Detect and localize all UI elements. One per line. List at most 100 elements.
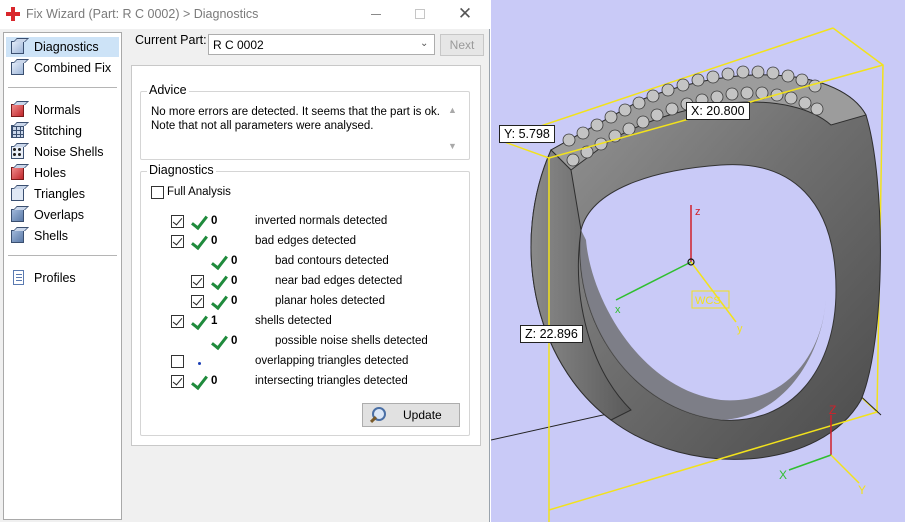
- maximize-icon: [415, 9, 425, 20]
- 3d-viewport[interactable]: z x y WCS Z X Y X: 20.800 Y: 5.798 Z: 22…: [491, 0, 905, 522]
- green-check-icon: [209, 333, 227, 351]
- sidebar-item-label: Profiles: [34, 271, 76, 285]
- inverted-normals-count: 0: [211, 215, 218, 227]
- shells-label: shells detected: [255, 315, 332, 327]
- corner-axis-y-label: Y: [858, 483, 866, 497]
- z-dimension-label: Z: 22.896: [520, 325, 583, 343]
- green-check-icon: [209, 293, 227, 311]
- intersecting-triangles-label: intersecting triangles detected: [255, 375, 408, 387]
- sidebar-item-label: Shells: [34, 229, 69, 243]
- maximize-button[interactable]: [398, 0, 442, 29]
- sidebar-divider: [8, 87, 117, 88]
- green-check-icon: [189, 233, 207, 251]
- advice-title: Advice: [147, 83, 189, 97]
- sidebar-item-label: Holes: [34, 166, 66, 180]
- green-check-icon: [189, 373, 207, 391]
- advice-group: Advice No more errors are detected. It s…: [140, 83, 470, 160]
- sidebar-item-label: Normals: [34, 103, 81, 117]
- axis-z-label: z: [695, 206, 701, 218]
- sidebar-item-label: Diagnostics: [34, 40, 99, 54]
- shells-icon: [10, 227, 28, 245]
- sidebar-item-overlaps[interactable]: Overlaps: [6, 205, 119, 225]
- bad-contours-label: bad contours detected: [275, 255, 389, 267]
- minimize-button[interactable]: [354, 0, 398, 29]
- y-dimension-label: Y: 5.798: [499, 125, 555, 143]
- shells-checkbox[interactable]: [171, 315, 184, 328]
- planar-holes-checkbox[interactable]: [191, 295, 204, 308]
- magnifier-icon: [369, 407, 386, 423]
- close-button[interactable]: ✕: [443, 0, 487, 29]
- x-dimension-label: X: 20.800: [686, 102, 750, 120]
- profiles-icon: [10, 269, 28, 287]
- next-button[interactable]: Next: [440, 34, 484, 56]
- near-bad-edges-count: 0: [231, 275, 238, 287]
- inverted-normals-label: inverted normals detected: [255, 215, 388, 227]
- title-bar: Fix Wizard (Part: R C 0002) > Diagnostic…: [0, 0, 490, 29]
- overlapping-triangles-label: overlapping triangles detected: [255, 355, 409, 367]
- combined-fix-icon: [10, 59, 28, 77]
- current-part-value: R C 0002: [213, 38, 264, 52]
- sidebar-item-shells[interactable]: Shells: [6, 226, 119, 246]
- wcs-label: WCS: [695, 295, 721, 307]
- stitching-icon: [10, 122, 28, 140]
- axis-x-label: x: [615, 304, 621, 316]
- update-button[interactable]: Update: [362, 403, 460, 427]
- sidebar-divider: [8, 255, 117, 256]
- diagnostics-title: Diagnostics: [147, 163, 216, 177]
- sidebar-item-label: Triangles: [34, 187, 85, 201]
- near-bad-edges-checkbox[interactable]: [191, 275, 204, 288]
- ring-scene: z x y WCS Z X Y: [491, 27, 884, 522]
- bad-edges-checkbox[interactable]: [171, 235, 184, 248]
- full-analysis-checkbox[interactable]: [151, 186, 164, 199]
- scroll-down-icon[interactable]: ▼: [448, 141, 457, 151]
- noise-shells-icon: [10, 143, 28, 161]
- current-part-label: Current Part:: [135, 33, 207, 47]
- diagnostics-icon: [10, 38, 28, 56]
- sidebar-item-diagnostics[interactable]: Diagnostics: [6, 37, 119, 57]
- green-check-icon: [209, 273, 227, 291]
- sidebar-item-label: Noise Shells: [34, 145, 104, 159]
- pending-dot-icon: [198, 362, 201, 365]
- bad-contours-count: 0: [231, 255, 238, 267]
- bad-edges-count: 0: [211, 235, 218, 247]
- axis-y-label: y: [737, 323, 743, 335]
- corner-axis-z-label: Z: [829, 403, 836, 417]
- triangles-icon: [10, 185, 28, 203]
- planar-holes-label: planar holes detected: [275, 295, 385, 307]
- shells-count: 1: [211, 315, 218, 327]
- noise-shells-count: 0: [231, 335, 238, 347]
- overlapping-triangles-checkbox[interactable]: [171, 355, 184, 368]
- app-cross-icon: [6, 7, 20, 21]
- chevron-down-icon: ⌄: [420, 38, 429, 49]
- advice-scrollbar[interactable]: ▲ ▼: [446, 105, 460, 151]
- green-check-icon: [189, 213, 207, 231]
- green-check-icon: [189, 313, 207, 331]
- intersecting-triangles-checkbox[interactable]: [171, 375, 184, 388]
- bad-edges-label: bad edges detected: [255, 235, 357, 247]
- sidebar-item-holes[interactable]: Holes: [6, 163, 119, 183]
- planar-holes-count: 0: [231, 295, 238, 307]
- current-part-select[interactable]: R C 0002 ⌄: [208, 34, 435, 55]
- sidebar-item-label: Overlaps: [34, 208, 85, 222]
- normals-icon: [10, 101, 28, 119]
- corner-axis-x-label: X: [779, 468, 787, 482]
- sidebar: Diagnostics Combined Fix Normals Stitchi…: [3, 32, 122, 520]
- fix-wizard-dialog: Fix Wizard (Part: R C 0002) > Diagnostic…: [0, 0, 490, 522]
- sidebar-item-profiles[interactable]: Profiles: [6, 268, 119, 288]
- sidebar-item-stitching[interactable]: Stitching: [6, 121, 119, 141]
- sidebar-item-noise-shells[interactable]: Noise Shells: [6, 142, 119, 162]
- holes-icon: [10, 164, 28, 182]
- sidebar-item-label: Stitching: [34, 124, 82, 138]
- intersecting-triangles-count: 0: [211, 375, 218, 387]
- update-label: Update: [403, 408, 442, 422]
- scroll-up-icon[interactable]: ▲: [448, 105, 457, 115]
- window-title: Fix Wizard (Part: R C 0002) > Diagnostic…: [26, 7, 259, 21]
- full-analysis-label: Full Analysis: [167, 186, 231, 198]
- sidebar-item-triangles[interactable]: Triangles: [6, 184, 119, 204]
- sidebar-item-normals[interactable]: Normals: [6, 100, 119, 120]
- inverted-normals-checkbox[interactable]: [171, 215, 184, 228]
- minimize-icon: [371, 13, 381, 15]
- overlaps-icon: [10, 206, 28, 224]
- sidebar-item-combined-fix[interactable]: Combined Fix: [6, 58, 119, 78]
- advice-text: No more errors are detected. It seems th…: [151, 106, 440, 132]
